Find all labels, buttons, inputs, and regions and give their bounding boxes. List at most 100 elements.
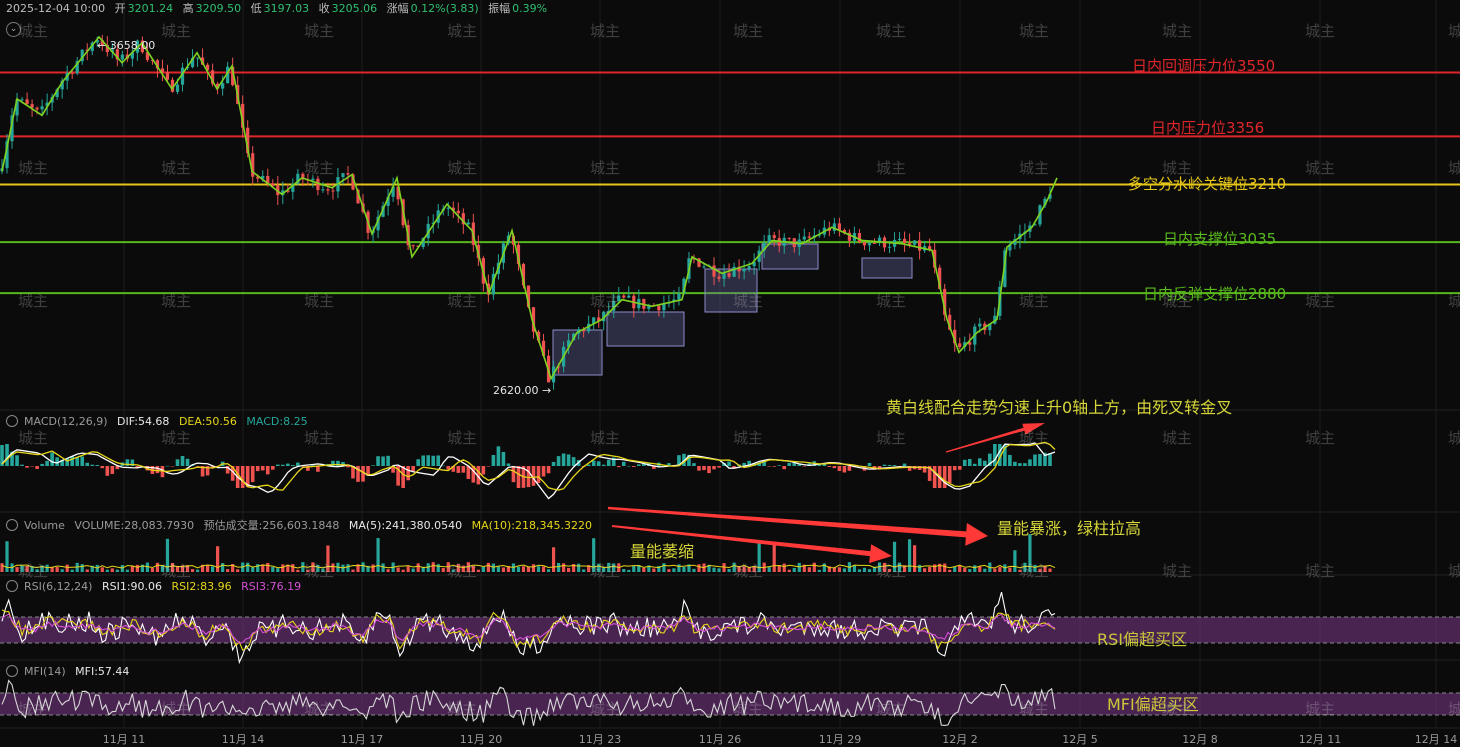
volume-bar [582,569,586,572]
candle-body [326,189,330,191]
volume-bar [451,569,455,572]
volume-bar [381,563,385,572]
volume-bar [767,567,771,572]
volume-bar [135,564,139,572]
volume-bar [216,546,220,572]
macd-histogram-bar [155,466,160,474]
candle-body [887,246,892,248]
macd-histogram-bar [637,464,641,466]
volume-bar [170,562,175,572]
volume-bar [672,568,676,572]
volume-bar [1033,564,1037,572]
macd-histogram-bar [491,455,496,466]
volume-bar [115,569,119,572]
price-chart[interactable] [0,0,1460,745]
macd-histogram-bar [240,466,245,488]
dif-value: DIF:54.68 [117,415,170,428]
mfi-header: MFI(14) MFI:57.44 [6,665,135,678]
volume-bar [431,562,435,572]
macd-histogram-bar [942,466,947,488]
macd-histogram-bar [80,456,85,466]
macd-histogram-bar [556,456,561,466]
low-marker: 2620.00 → [493,384,552,397]
volume-bar [983,568,987,572]
macd-histogram-bar [772,466,776,467]
macd-histogram-bar [401,466,405,488]
volume-bar [822,563,826,572]
macd-histogram-bar [777,465,782,466]
volume-bar [481,566,485,572]
macd-histogram-bar [887,465,892,466]
macd-histogram-bar [962,459,967,466]
close-value: 3205.06 [331,2,378,15]
volume-bar [567,567,571,572]
candle-body [742,268,746,272]
low-label: 低 [250,2,262,15]
collapse-icon[interactable] [6,665,18,677]
macd-histogram-bar [957,466,962,470]
macd-histogram-bar [421,455,425,466]
volume-bar [291,564,295,572]
volume-bar [562,563,566,572]
level-label-2880: 日内反弹支撑位2880 [1143,285,1287,303]
volume-bar [1013,550,1017,572]
consolidation-box [861,257,913,279]
volume-bar [546,569,551,572]
volume-bar [882,562,887,572]
volume-bar [918,564,922,572]
collapse-icon[interactable] [6,519,18,531]
volume-bar [1018,569,1022,572]
candle-body [787,237,791,239]
collapse-chevron-icon[interactable]: ⌄ [6,22,21,37]
volume-bar [486,562,490,572]
macd-histogram-bar [787,462,792,466]
macd-histogram-bar [621,461,626,466]
volume-bar [25,566,29,572]
volume-bar [727,568,731,572]
macd-histogram-bar [1023,463,1027,466]
candle-body [617,295,621,302]
macd-histogram-bar [411,466,415,472]
volume-bar [195,569,200,572]
macd-histogram-bar [30,466,34,467]
candle-body [20,99,24,101]
macd-histogram-bar [561,453,566,466]
macd-histogram-bar [170,466,175,467]
macd-histogram-bar [496,446,501,466]
mfi-value: MFI:57.44 [75,665,130,678]
volume-bar [732,562,736,572]
volume-bar [316,564,320,572]
volume-bar [612,563,616,572]
macd-histogram-bar [260,466,265,471]
volume-bar [296,569,300,572]
volume-bar [852,565,857,572]
volume-bar [948,569,952,572]
candle-body [727,273,731,277]
volume-bar [321,568,325,572]
macd-histogram-bar [551,461,556,466]
volume-bar [311,562,315,572]
volume-surge-annotation: 量能暴涨，绿柱拉高 [997,519,1142,538]
volume-bar [862,567,867,572]
candle-body [702,266,706,268]
volume-bar [331,563,335,572]
volume-bar [155,562,160,572]
candle-body [677,293,681,300]
macd-histogram-bar [596,461,601,466]
close-label: 收 [318,2,330,15]
macd-histogram-bar [436,455,441,466]
macd-histogram-bar [516,466,521,488]
macd-histogram-bar [526,466,531,488]
candle-body [311,178,315,181]
volume-bar [797,562,801,572]
macd-histogram-bar [591,460,596,466]
candle-body [978,323,982,327]
volume-bar [246,562,250,572]
collapse-icon[interactable] [6,415,18,427]
volume-bar [401,569,405,572]
volume-bar [85,569,89,572]
rsi3-value: RSI3:76.19 [241,580,302,593]
volume-bar [792,567,796,572]
mfi-name: MFI(14) [24,665,66,678]
collapse-icon[interactable] [6,580,18,592]
